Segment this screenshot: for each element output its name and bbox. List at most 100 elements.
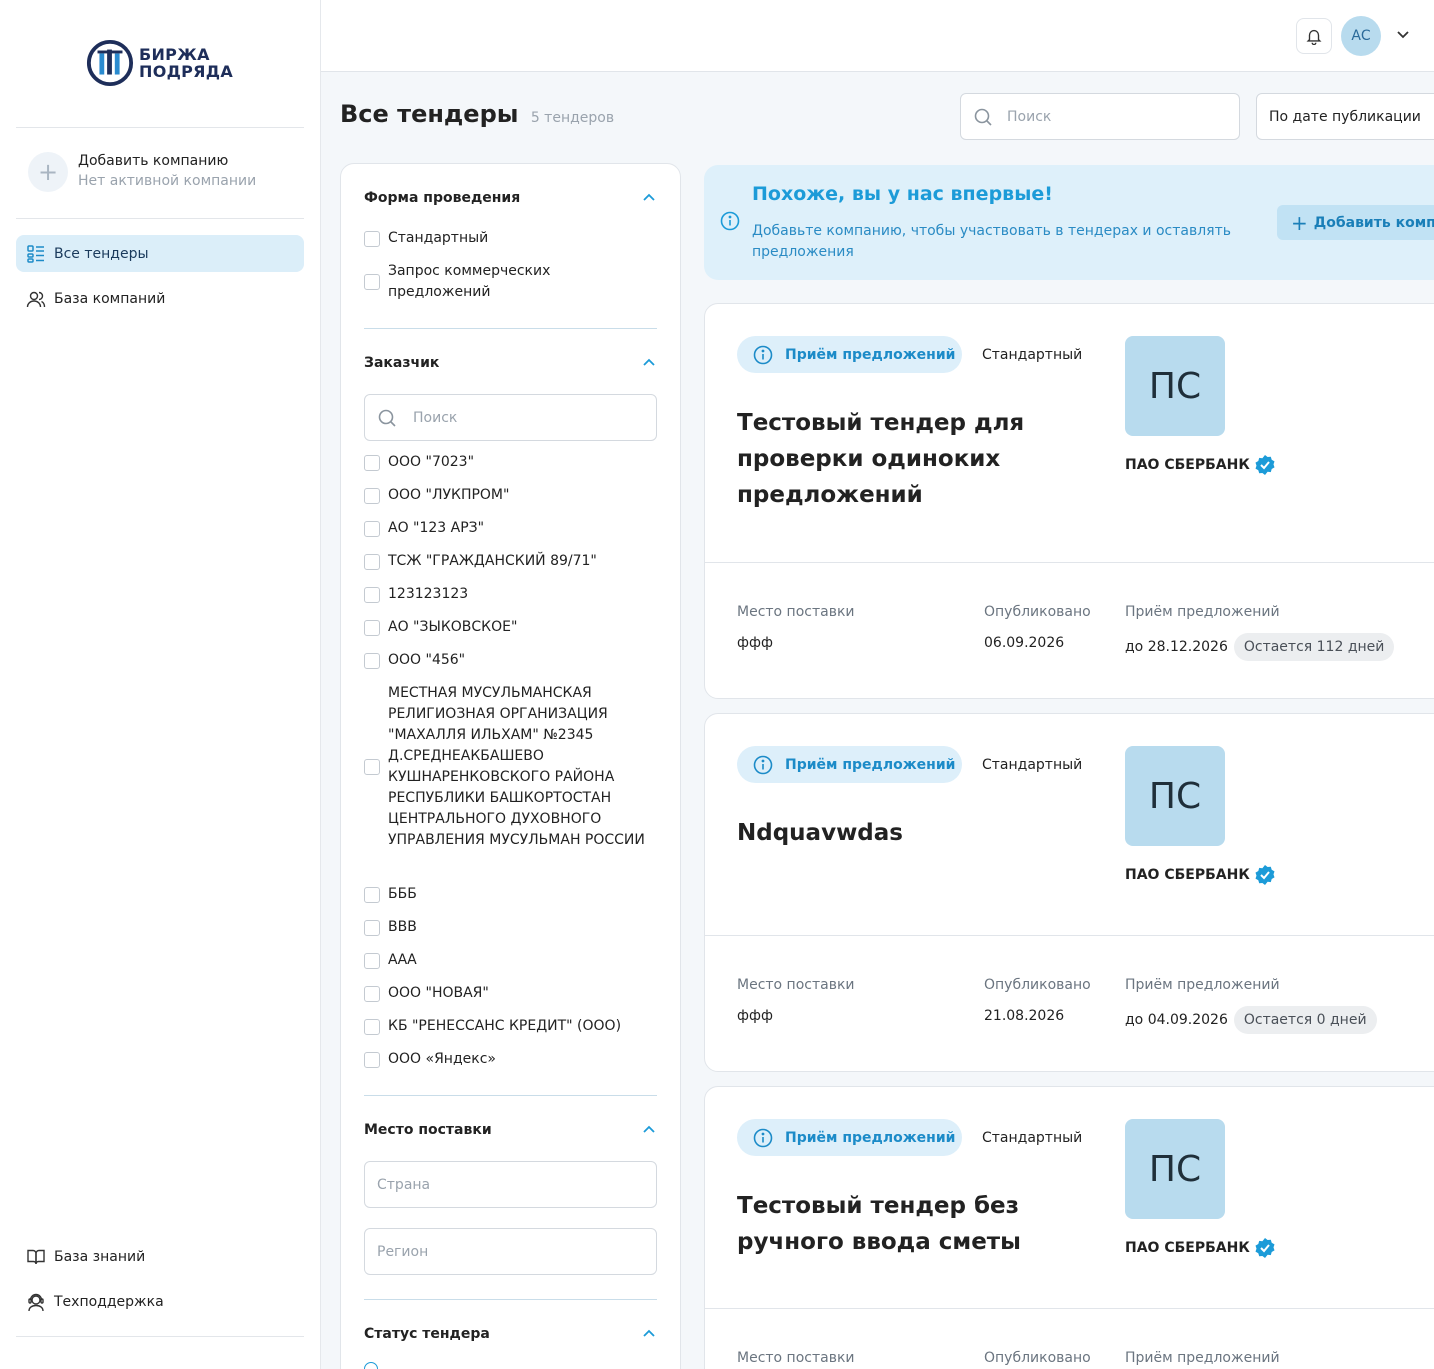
checkbox[interactable] [364,759,380,775]
chevron-up-icon[interactable] [641,1326,657,1342]
deadline-value: до 04.09.2026 [1125,1012,1228,1028]
sidebar-item-companies[interactable]: База компаний [16,280,304,317]
status-radio[interactable] [364,1362,378,1369]
add-company-button[interactable]: + Добавить компанию Нет активной компани… [28,152,256,192]
chevron-up-icon[interactable] [641,190,657,206]
banner-text: Добавьте компанию, чтобы участвовать в т… [752,223,1232,260]
customer-option[interactable]: ООО "НОВАЯ" [364,983,657,1004]
search-icon [974,108,992,126]
tender-title[interactable]: Тестовый тендер без ручного ввода сметы [737,1188,1057,1260]
tender-card[interactable]: Приём предложений Стандартный Тестовый т… [704,1086,1434,1369]
page-title-text: Все тендеры [340,100,519,128]
sidebar-divider [16,218,304,219]
country-field[interactable] [364,1161,657,1208]
checkbox[interactable] [364,586,380,603]
add-company-banner-button[interactable]: + Добавить компанию [1277,205,1434,240]
customer-option[interactable]: ТСЖ "ГРАЖДАНСКИЙ 89/71" [364,551,657,572]
customer-option-label: АО "123 АРЗ" [388,520,485,536]
checkbox[interactable] [364,652,380,669]
checkbox[interactable] [364,1051,380,1068]
filter-status-header[interactable]: Статус тендера [364,1326,657,1342]
customer-option-label: БББ [388,886,417,902]
place-label: Место поставки [737,604,855,620]
customer-name[interactable]: ПАО СБЕРБАНК [1125,1237,1276,1259]
published-label: Опубликовано [984,604,1091,620]
filter-option[interactable]: Стандартный [364,228,657,249]
chevron-up-icon[interactable] [641,355,657,371]
checkbox[interactable] [364,619,380,636]
customer-option[interactable]: МЕСТНАЯ МУСУЛЬМАНСКАЯ РЕЛИГИОЗНАЯ ОРГАНИ… [364,683,657,851]
tender-title[interactable]: Тестовый тендер для проверки одиноких пр… [737,405,1057,513]
search-input[interactable] [1007,108,1207,125]
sidebar-item-support[interactable]: Техподдержка [16,1283,304,1320]
checkbox[interactable] [364,952,380,969]
chevron-down-icon[interactable] [1395,26,1411,42]
procedure-type: Стандартный [982,757,1083,773]
filters-panel: Форма проведения Стандартный Запрос комм… [340,163,681,1369]
customer-option[interactable]: ААА [364,950,657,971]
sidebar: БИРЖА ПОДРЯДА + Добавить компанию Нет ак… [0,0,321,1369]
checkbox[interactable] [364,886,380,903]
customer-option[interactable]: 123123123 [364,584,657,605]
add-company-title: Добавить компанию [78,153,229,169]
customer-option-label: ВВВ [388,919,417,935]
filter-title: Место поставки [364,1122,492,1138]
checkbox[interactable] [364,919,380,936]
filter-place-header[interactable]: Место поставки [364,1122,657,1138]
customer-option[interactable]: ВВВ [364,917,657,938]
status-label: Приём предложений [785,346,956,363]
customer-name[interactable]: ПАО СБЕРБАНК [1125,864,1276,886]
checkbox[interactable] [364,985,380,1002]
country-input[interactable] [377,1176,637,1193]
filter-form-header[interactable]: Форма проведения [364,190,657,206]
status-label: Приём предложений [785,756,956,773]
chevron-up-icon[interactable] [641,1122,657,1138]
region-input[interactable] [377,1243,637,1260]
sort-select[interactable]: По дате публикации [1256,93,1434,140]
customer-option-label: КБ "РЕНЕССАНС КРЕДИТ" (ООО) [388,1018,622,1034]
checkbox[interactable] [364,274,380,290]
logo[interactable]: БИРЖА ПОДРЯДА [86,38,233,88]
tender-card[interactable]: Приём предложений Стандартный Тестовый т… [704,303,1434,699]
tender-title[interactable]: Ndquavwdas [737,815,1057,851]
customer-search-input[interactable] [413,409,633,426]
checkbox[interactable] [364,520,380,537]
customer-option[interactable]: АО "123 АРЗ" [364,518,657,539]
filter-option[interactable]: Запрос коммерческих предложений [364,261,657,303]
add-company-subtitle: Нет активной компании [78,173,257,189]
region-field[interactable] [364,1228,657,1275]
customer-option-label: ООО "ЛУКПРОМ" [388,487,510,503]
plus-icon: + [1291,210,1308,235]
info-icon [753,345,773,364]
checkbox[interactable] [364,1018,380,1035]
customer-name[interactable]: ПАО СБЕРБАНК [1125,454,1276,476]
place-value: ффф [737,635,773,651]
customer-option[interactable]: ООО «Яндекс» [364,1049,657,1070]
sidebar-item-all-tenders[interactable]: Все тендеры [16,235,304,272]
filter-customer-header[interactable]: Заказчик [364,355,657,371]
customer-option[interactable]: ООО "7023" [364,452,657,473]
customer-search-box[interactable] [364,394,657,441]
place-label: Место поставки [737,1350,855,1366]
notifications-button[interactable] [1296,18,1332,54]
filter-divider [364,1299,657,1300]
checkbox[interactable] [364,454,380,471]
customer-option[interactable]: ООО "456" [364,650,657,671]
plus-icon: + [28,152,68,192]
checkbox[interactable] [364,553,380,570]
customer-option[interactable]: БББ [364,884,657,905]
customer-option[interactable]: АО "ЗЫКОВСКОЕ" [364,617,657,638]
checkbox[interactable] [364,230,380,247]
customer-option[interactable]: ООО "ЛУКПРОМ" [364,485,657,506]
remaining-days-badge: Остается 112 дней [1233,633,1395,661]
published-value: 21.08.2026 [984,1008,1065,1024]
sidebar-item-knowledge-base[interactable]: База знаний [16,1238,304,1275]
customer-option-label: МЕСТНАЯ МУСУЛЬМАНСКАЯ РЕЛИГИОЗНАЯ ОРГАНИ… [388,685,645,848]
customer-option[interactable]: КБ "РЕНЕССАНС КРЕДИТ" (ООО) [364,1016,657,1037]
search-box[interactable] [960,93,1240,140]
checkbox[interactable] [364,487,380,504]
sidebar-item-label: База знаний [54,1248,146,1265]
tender-card[interactable]: Приём предложений Стандартный Ndquavwdas… [704,713,1434,1072]
logo-text: БИРЖА ПОДРЯДА [139,46,233,80]
avatar[interactable]: АС [1341,16,1381,56]
